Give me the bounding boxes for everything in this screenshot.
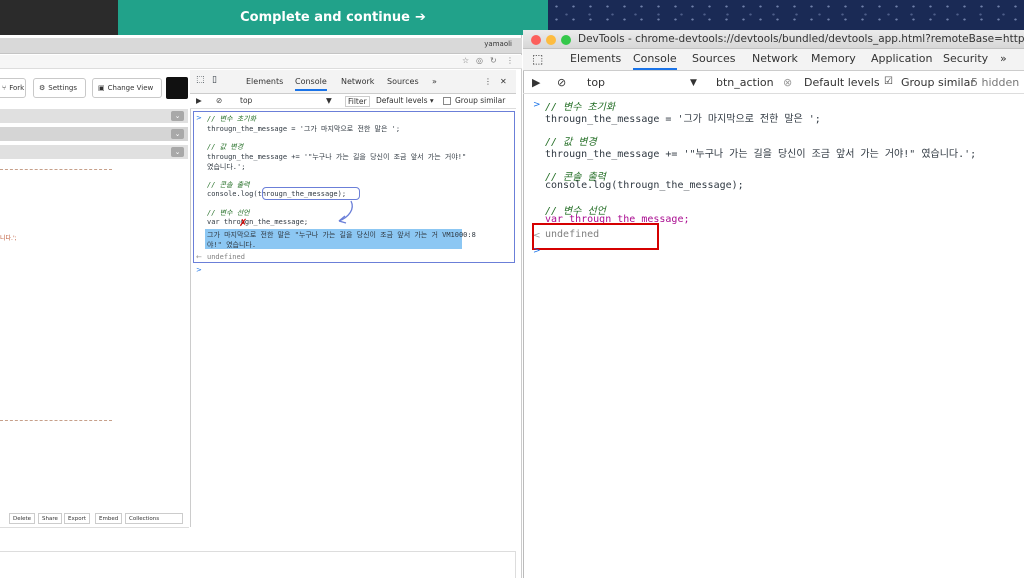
- tab-elements[interactable]: Elements: [570, 52, 621, 65]
- export-button[interactable]: Export: [64, 513, 91, 524]
- tab-network[interactable]: Network: [341, 77, 374, 86]
- arrow-right-icon: ➔: [415, 10, 426, 25]
- change-view-button[interactable]: ▣ Change View: [92, 78, 162, 98]
- layout-icon: ▣: [98, 84, 105, 92]
- delete-button[interactable]: Delete: [9, 513, 36, 524]
- editor-code-fragment: 니다.';: [0, 235, 17, 242]
- close-window-icon[interactable]: [531, 35, 541, 45]
- tab-sources[interactable]: Sources: [387, 77, 419, 86]
- context-select[interactable]: top: [587, 76, 605, 89]
- fork-icon: ⑂: [2, 84, 7, 92]
- chevron-down-icon[interactable]: ⌄: [171, 129, 184, 139]
- inspect-icon[interactable]: ⬚: [196, 75, 205, 85]
- top-dark-strip: [0, 0, 118, 35]
- more-tabs-icon[interactable]: »: [432, 77, 437, 86]
- panel-header-3[interactable]: ⌄: [0, 145, 188, 159]
- panel-header-2[interactable]: ⌄: [0, 127, 188, 141]
- user-name: yamaoli: [484, 40, 512, 48]
- code-comment: // 변수 초기화: [207, 115, 257, 123]
- chevron-down-icon[interactable]: ⌄: [171, 147, 184, 157]
- maximize-window-icon[interactable]: [561, 35, 571, 45]
- group-similar-label: Group similar: [455, 96, 506, 105]
- console-prompt[interactable]: >: [533, 246, 541, 256]
- code-line: througn_the_message = '그가 마지막으로 전한 말은 ';: [545, 114, 821, 125]
- change-view-label: Change View: [107, 84, 154, 92]
- prompt-icon: >: [533, 100, 541, 110]
- divider: [0, 527, 189, 528]
- collections-button[interactable]: Collections: [125, 513, 183, 524]
- dark-action-button[interactable]: [166, 77, 188, 99]
- device-toolbar-icon[interactable]: ▯: [212, 75, 217, 85]
- tab-application[interactable]: Application: [871, 52, 932, 65]
- highlight-box: [532, 223, 659, 250]
- editor-divider: [0, 420, 112, 421]
- code-line: througn_the_message += '"누구나 가는 길을 당신이 조…: [545, 149, 977, 160]
- annotation-arrow-icon: [338, 200, 353, 224]
- tab-sources[interactable]: Sources: [692, 52, 736, 65]
- star-icon[interactable]: ☆: [462, 56, 469, 65]
- refresh-icon[interactable]: ↻: [490, 56, 497, 65]
- console-prompt[interactable]: >: [196, 266, 202, 274]
- browser-tab-bar: yamaoli: [0, 38, 522, 54]
- code-line: througn_the_message += '"누구나 가는 길을 당신이 조…: [207, 153, 467, 161]
- context-select[interactable]: top: [240, 96, 252, 105]
- extension-icon[interactable]: ◎: [476, 56, 483, 65]
- settings-button[interactable]: ⚙ Settings: [33, 78, 86, 98]
- tab-security[interactable]: Security: [943, 52, 988, 65]
- minimize-window-icon[interactable]: [546, 35, 556, 45]
- levels-dropdown[interactable]: Default levels: [804, 76, 880, 89]
- chevron-down-icon[interactable]: ⌄: [171, 111, 184, 121]
- clear-console-icon[interactable]: ⊘: [216, 96, 222, 105]
- code-line: througn_the_message = '그가 마지막으로 전한 말은 ';: [207, 125, 401, 133]
- chevron-down-icon[interactable]: ▼: [690, 78, 697, 88]
- bottom-panel: [0, 551, 516, 578]
- gear-icon: ⚙: [39, 84, 46, 92]
- clear-console-icon[interactable]: ⊘: [557, 76, 566, 89]
- inspect-icon[interactable]: ⬚: [532, 52, 543, 66]
- tab-network[interactable]: Network: [752, 52, 798, 65]
- console-output: 그가 마지막으로 전한 말은 "누구나 가는 길을 당신이 조금 앞서 가는 거…: [207, 231, 476, 239]
- annotation-mark-icon: ✗: [239, 218, 248, 229]
- filter-input[interactable]: btn_action: [716, 76, 774, 89]
- close-icon[interactable]: ✕: [500, 77, 507, 86]
- group-similar-checkbox[interactable]: [443, 97, 451, 105]
- share-button[interactable]: Share: [38, 513, 62, 524]
- code-line: 였습니다.';: [207, 163, 246, 171]
- editor-divider: [0, 169, 112, 170]
- more-tabs-icon[interactable]: »: [1000, 52, 1007, 65]
- prompt-icon: >: [196, 114, 202, 122]
- console-result: undefined: [207, 253, 245, 261]
- kebab-menu-icon[interactable]: ⋮: [484, 77, 492, 86]
- levels-dropdown[interactable]: Default levels ▾: [376, 96, 434, 105]
- tab-elements[interactable]: Elements: [246, 77, 283, 86]
- return-arrow-icon: ←: [196, 253, 202, 261]
- clear-filter-icon[interactable]: ⊗: [783, 76, 792, 89]
- window-title: DevTools - chrome-devtools://devtools/bu…: [578, 33, 1024, 45]
- tab-console[interactable]: Console: [633, 52, 677, 70]
- hidden-count: 5 hidden: [971, 76, 1020, 89]
- fork-label: Fork: [9, 84, 25, 92]
- fork-button[interactable]: ⑂ Fork: [0, 78, 26, 98]
- settings-label: Settings: [48, 84, 77, 92]
- filter-input[interactable]: Filter: [345, 96, 370, 107]
- embed-button[interactable]: Embed: [95, 513, 123, 524]
- console-output: 야!" 였습니다.: [207, 241, 257, 249]
- address-bar[interactable]: ☆ ◎ ↻ ⋮: [0, 55, 522, 69]
- code-line: var througn_the_message;: [207, 218, 309, 226]
- sidebar-toggle-icon[interactable]: ▶: [532, 76, 540, 89]
- group-similar-checkbox[interactable]: ☑: [884, 76, 893, 87]
- panel-header-1-chevron[interactable]: ⌄: [0, 109, 188, 123]
- tab-memory[interactable]: Memory: [811, 52, 856, 65]
- complete-continue-button[interactable]: Complete and continue ➔: [118, 0, 548, 35]
- code-line: console.log(througn_the_message);: [545, 180, 744, 191]
- group-similar-label: Group similar: [901, 76, 975, 89]
- complete-continue-label: Complete and continue: [240, 10, 410, 25]
- tab-console[interactable]: Console: [295, 77, 327, 91]
- menu-icon[interactable]: ⋮: [506, 56, 514, 65]
- code-comment: // 변수 선언: [207, 209, 250, 217]
- chevron-down-icon[interactable]: ▼: [326, 96, 332, 105]
- code-comment: // 값 변경: [207, 143, 244, 151]
- sidebar-toggle-icon[interactable]: ▶: [196, 96, 202, 105]
- code-comment: // 콘솔 출력: [207, 181, 250, 189]
